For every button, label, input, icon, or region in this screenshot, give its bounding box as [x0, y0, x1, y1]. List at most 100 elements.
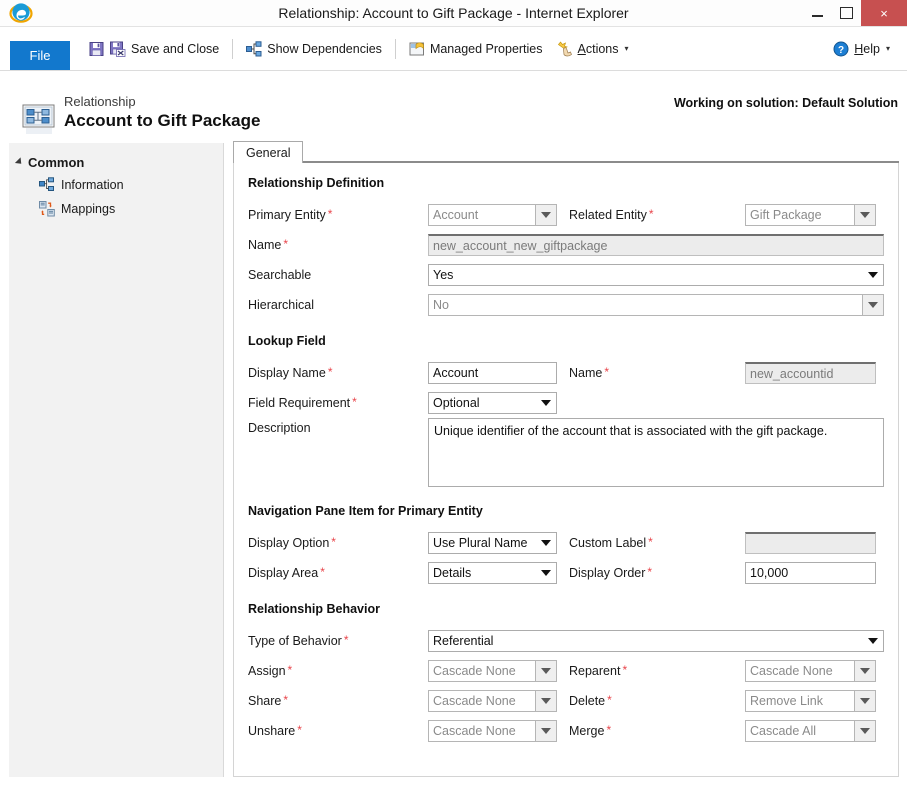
- managed-properties-button[interactable]: Managed Properties: [402, 35, 550, 63]
- label-searchable: Searchable: [248, 268, 428, 282]
- type-of-behavior-select[interactable]: Referential: [428, 630, 884, 652]
- save-and-close-button[interactable]: Save and Close: [82, 35, 226, 63]
- form-row: Searchable Yes: [248, 260, 884, 290]
- form-row: Field Requirement * Optional: [248, 388, 884, 418]
- chevron-glyph: [541, 400, 551, 406]
- field-label-text: Name: [569, 366, 603, 380]
- form-row: Assign * Cascade None Reparent * Cascade None: [248, 656, 884, 686]
- command-bar: File Save and Close Show Dependencies Ma…: [0, 27, 907, 71]
- field-label-text: Unshare: [248, 724, 296, 738]
- sidebar-group-label: Common: [28, 154, 85, 170]
- display-area-select[interactable]: Details: [428, 562, 557, 584]
- unshare-select: Cascade None: [428, 720, 557, 742]
- sidebar-item-mappings[interactable]: Mappings: [9, 198, 223, 220]
- primary-entity-select-value: Account: [433, 208, 479, 222]
- entity-type-label: Relationship: [64, 94, 136, 109]
- required-asterisk: *: [287, 663, 293, 677]
- related-entity-select: Gift Package: [745, 204, 876, 226]
- help-menu-button[interactable]: ? Help ▾: [826, 35, 897, 63]
- managed-properties-icon: [409, 41, 425, 57]
- actions-menu-button[interactable]: Actions ▾: [550, 35, 636, 63]
- chevron-down-icon[interactable]: [863, 631, 883, 651]
- delete-select: Remove Link: [745, 690, 876, 712]
- save-icon: [89, 41, 105, 57]
- chevron-glyph: [860, 728, 870, 734]
- ribbon-items: Save and Close Show Dependencies Managed…: [82, 27, 907, 70]
- sidebar: Common Information Mappings: [9, 143, 224, 777]
- form-row: Primary Entity * Account Related Entity * Gif…: [248, 200, 884, 230]
- required-asterisk: *: [327, 365, 333, 379]
- sidebar-item-label: Mappings: [61, 202, 116, 216]
- help-accesskey: H: [854, 41, 864, 56]
- field-requirement-select[interactable]: Optional: [428, 392, 557, 414]
- sidebar-group-common[interactable]: Common: [9, 152, 223, 172]
- label-related-entity: Related Entity *: [569, 208, 745, 222]
- close-button[interactable]: ×: [861, 0, 907, 26]
- description-textarea[interactable]: Unique identifier of the account that is…: [428, 418, 884, 487]
- form-panel: General Relationship Definition Primary E…: [233, 140, 899, 777]
- required-asterisk: *: [607, 693, 612, 707]
- chevron-glyph: [860, 668, 870, 674]
- chevron-glyph: [541, 540, 551, 546]
- chevron-down-icon[interactable]: [863, 265, 883, 285]
- required-asterisk: *: [331, 535, 336, 549]
- required-asterisk: *: [604, 365, 610, 379]
- form-row: Share * Cascade None Delete * Remove Link: [248, 686, 884, 716]
- relationship-icon: [22, 104, 56, 136]
- sidebar-item-label: Information: [61, 178, 124, 192]
- form-row: Type of Behavior * Referential: [248, 626, 884, 656]
- file-tab[interactable]: File: [10, 41, 70, 70]
- field-label-text: Delete: [569, 694, 606, 708]
- collapse-triangle-icon: [14, 156, 25, 167]
- maximize-button[interactable]: [832, 0, 861, 26]
- required-asterisk: *: [283, 693, 289, 707]
- managed-properties-label: Managed Properties: [429, 41, 543, 56]
- form-section-relationship-definition: Relationship Definition Primary Entity * Ac…: [248, 176, 884, 320]
- share-select: Cascade None: [428, 690, 557, 712]
- field-label-text: Primary Entity: [248, 208, 326, 222]
- show-dependencies-label: Show Dependencies: [267, 41, 382, 56]
- actions-rest: ctions: [585, 41, 619, 56]
- tab-general[interactable]: General: [233, 141, 304, 163]
- chevron-down-icon[interactable]: [536, 533, 556, 553]
- chevron-glyph: [541, 570, 551, 576]
- display-option-select-value: Use Plural Name: [433, 536, 528, 550]
- chevron-down-icon: [862, 295, 883, 315]
- searchable-select[interactable]: Yes: [428, 264, 884, 286]
- field-label-text: Type of Behavior: [248, 634, 342, 648]
- display-name-input[interactable]: Account: [428, 362, 557, 384]
- merge-select: Cascade All: [745, 720, 876, 742]
- chevron-down-icon: [535, 661, 556, 681]
- searchable-select-value: Yes: [433, 268, 454, 282]
- display-order-input[interactable]: 10,000: [745, 562, 876, 584]
- chevron-down-icon[interactable]: [536, 563, 556, 583]
- label-display-option: Display Option *: [248, 536, 428, 550]
- field-label-text: Assign: [248, 664, 286, 678]
- hierarchical-select-value: No: [433, 298, 449, 312]
- chevron-down-icon: [854, 721, 875, 741]
- chevron-down-icon[interactable]: [536, 393, 556, 413]
- field-label-text: Name: [248, 238, 282, 252]
- label-field-requirement: Field Requirement *: [248, 396, 428, 410]
- form-row: Hierarchical No: [248, 290, 884, 320]
- field-label-text: Field Requirement: [248, 396, 351, 410]
- required-asterisk: *: [352, 395, 357, 409]
- display-option-select[interactable]: Use Plural Name: [428, 532, 557, 554]
- required-asterisk: *: [606, 723, 612, 737]
- form-section-relationship-behavior: Relationship Behavior Type of Behavior * Re…: [248, 602, 884, 746]
- information-icon: [39, 177, 55, 193]
- show-dependencies-button[interactable]: Show Dependencies: [239, 35, 389, 63]
- label-name: Name *: [248, 238, 428, 252]
- sidebar-item-information[interactable]: Information: [9, 174, 223, 196]
- form-section-lookup-field: Lookup Field Display Name * Account Name * new…: [248, 334, 884, 490]
- label-description: Description: [248, 418, 428, 435]
- form-row: Display Option * Use Plural Name Custom Lab…: [248, 528, 884, 558]
- field-label-text: Display Name: [248, 366, 326, 380]
- required-asterisk: *: [283, 237, 289, 251]
- field-label-text: Hierarchical: [248, 298, 314, 312]
- required-asterisk: *: [327, 207, 333, 221]
- chevron-glyph: [868, 272, 878, 278]
- label-type-of-behavior: Type of Behavior *: [248, 634, 428, 648]
- label-custom-label: Custom Label *: [569, 536, 745, 550]
- minimize-button[interactable]: [803, 0, 832, 26]
